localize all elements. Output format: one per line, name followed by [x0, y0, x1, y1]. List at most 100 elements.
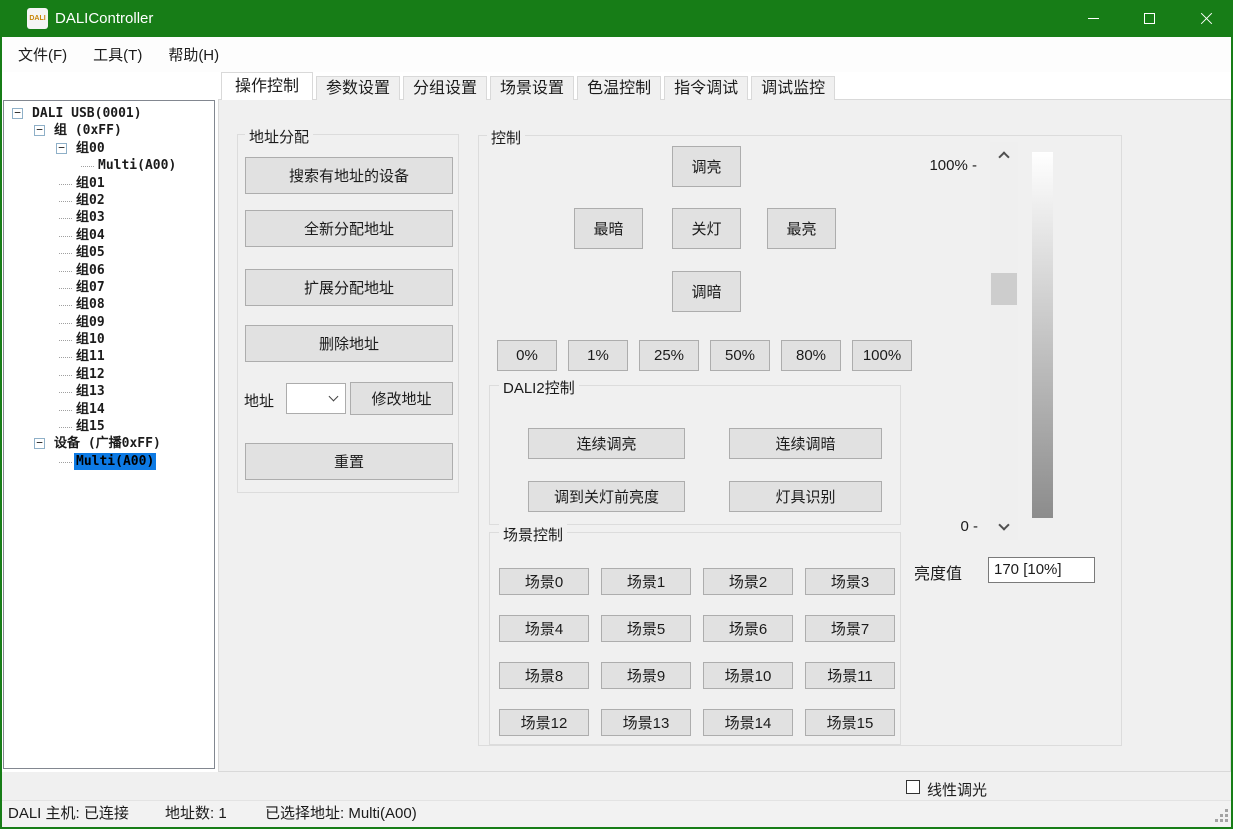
tree-row[interactable]: Multi(A00) [4, 157, 214, 174]
scene-button-4[interactable]: 场景4 [499, 615, 589, 642]
percent-button-5[interactable]: 100% [852, 340, 912, 371]
tab-0[interactable]: 操作控制 [221, 72, 313, 100]
tree-expander-icon[interactable]: − [56, 143, 67, 154]
luminaire-identify-button[interactable]: 灯具识别 [729, 481, 882, 512]
scene-button-0[interactable]: 场景0 [499, 568, 589, 595]
menu-item-1[interactable]: 工具(T) [92, 42, 143, 67]
scene-button-14[interactable]: 场景14 [703, 709, 793, 736]
scrollbar-thumb[interactable] [991, 273, 1017, 305]
address-combobox[interactable] [286, 383, 346, 414]
tree-row[interactable]: 组02 [4, 192, 214, 209]
tree-item-label[interactable]: 设备 (广播0xFF) [52, 435, 163, 452]
tab-1[interactable]: 参数设置 [316, 76, 400, 100]
scene-button-13[interactable]: 场景13 [601, 709, 691, 736]
tab-5[interactable]: 指令调试 [664, 76, 748, 100]
continuous-dim-button[interactable]: 连续调暗 [729, 428, 882, 459]
scene-button-7[interactable]: 场景7 [805, 615, 895, 642]
tree-expander-icon[interactable]: − [12, 108, 23, 119]
brightest-button[interactable]: 最亮 [767, 208, 836, 249]
lights-off-button[interactable]: 关灯 [672, 208, 741, 249]
tree-item-label[interactable]: 组00 [74, 140, 107, 157]
tab-6[interactable]: 调试监控 [751, 76, 835, 100]
tree-row[interactable]: −设备 (广播0xFF) [4, 435, 214, 452]
tree-item-label[interactable]: 组01 [74, 175, 107, 192]
scroll-up-icon[interactable] [998, 151, 1009, 162]
tree-row[interactable]: 组09 [4, 314, 214, 331]
scene-button-5[interactable]: 场景5 [601, 615, 691, 642]
tree-row[interactable]: −组00 [4, 140, 214, 157]
tree-row[interactable]: 组01 [4, 175, 214, 192]
dim-button[interactable]: 调暗 [672, 271, 741, 312]
assign-new-address-button[interactable]: 全新分配地址 [245, 210, 453, 247]
tree-row[interactable]: Multi(A00) [4, 453, 214, 470]
percent-button-4[interactable]: 80% [781, 340, 841, 371]
menu-item-0[interactable]: 文件(F) [17, 42, 68, 67]
tab-4[interactable]: 色温控制 [577, 76, 661, 100]
tree-item-label[interactable]: Multi(A00) [96, 157, 178, 174]
tree-item-label[interactable]: 组13 [74, 383, 107, 400]
percent-button-2[interactable]: 25% [639, 340, 699, 371]
scene-button-1[interactable]: 场景1 [601, 568, 691, 595]
tree-row[interactable]: 组11 [4, 348, 214, 365]
tree-item-label[interactable]: Multi(A00) [74, 453, 156, 470]
tree-item-label[interactable]: 组 (0xFF) [52, 122, 124, 139]
tree-row[interactable]: −组 (0xFF) [4, 122, 214, 139]
tree-item-label[interactable]: 组14 [74, 401, 107, 418]
scene-button-11[interactable]: 场景11 [805, 662, 895, 689]
scene-button-2[interactable]: 场景2 [703, 568, 793, 595]
dimmest-button[interactable]: 最暗 [574, 208, 643, 249]
scroll-down-icon[interactable] [998, 519, 1009, 530]
close-button[interactable] [1183, 0, 1229, 37]
delete-address-button[interactable]: 删除地址 [245, 325, 453, 362]
resize-grip[interactable] [1225, 819, 1228, 822]
tree-expander-icon[interactable]: − [34, 125, 45, 136]
brightness-scrollbar[interactable] [990, 142, 1018, 540]
tree-item-label[interactable]: 组08 [74, 296, 107, 313]
scene-button-9[interactable]: 场景9 [601, 662, 691, 689]
tree-item-label[interactable]: 组15 [74, 418, 107, 435]
scene-button-10[interactable]: 场景10 [703, 662, 793, 689]
linear-dimming-checkbox[interactable] [906, 780, 920, 794]
modify-address-button[interactable]: 修改地址 [350, 382, 453, 415]
tree-row[interactable]: 组07 [4, 279, 214, 296]
percent-button-3[interactable]: 50% [710, 340, 770, 371]
tree-item-label[interactable]: 组04 [74, 227, 107, 244]
scene-button-6[interactable]: 场景6 [703, 615, 793, 642]
tree-row[interactable]: 组14 [4, 401, 214, 418]
tree-item-label[interactable]: 组11 [74, 348, 107, 365]
tree-expander-icon[interactable]: − [34, 438, 45, 449]
tree-row[interactable]: 组08 [4, 296, 214, 313]
tree-row[interactable]: 组10 [4, 331, 214, 348]
scene-button-8[interactable]: 场景8 [499, 662, 589, 689]
percent-button-0[interactable]: 0% [497, 340, 557, 371]
tree-item-label[interactable]: 组12 [74, 366, 107, 383]
search-addressed-devices-button[interactable]: 搜索有地址的设备 [245, 157, 453, 194]
tree-row[interactable]: 组03 [4, 209, 214, 226]
tree-row[interactable]: 组05 [4, 244, 214, 261]
tree-row[interactable]: 组15 [4, 418, 214, 435]
tree-item-label[interactable]: 组06 [74, 262, 107, 279]
tree-item-label[interactable]: 组03 [74, 209, 107, 226]
scene-button-3[interactable]: 场景3 [805, 568, 895, 595]
tree-row[interactable]: 组06 [4, 262, 214, 279]
tab-3[interactable]: 场景设置 [490, 76, 574, 100]
brighten-button[interactable]: 调亮 [672, 146, 741, 187]
extend-assign-address-button[interactable]: 扩展分配地址 [245, 269, 453, 306]
tree-item-label[interactable]: DALI USB(0001) [30, 105, 144, 122]
menu-item-2[interactable]: 帮助(H) [167, 42, 220, 67]
minimize-button[interactable] [1070, 0, 1116, 37]
percent-button-1[interactable]: 1% [568, 340, 628, 371]
reset-button[interactable]: 重置 [245, 443, 453, 480]
tree-row[interactable]: 组12 [4, 366, 214, 383]
recall-pre-off-level-button[interactable]: 调到关灯前亮度 [528, 481, 685, 512]
tree-row[interactable]: 组13 [4, 383, 214, 400]
scene-button-15[interactable]: 场景15 [805, 709, 895, 736]
maximize-button[interactable] [1126, 0, 1172, 37]
tree-row[interactable]: 组04 [4, 227, 214, 244]
tree-item-label[interactable]: 组07 [74, 279, 107, 296]
tree-item-label[interactable]: 组09 [74, 314, 107, 331]
tree-item-label[interactable]: 组05 [74, 244, 107, 261]
tree-row[interactable]: −DALI USB(0001) [4, 105, 214, 122]
continuous-brighten-button[interactable]: 连续调亮 [528, 428, 685, 459]
tab-2[interactable]: 分组设置 [403, 76, 487, 100]
